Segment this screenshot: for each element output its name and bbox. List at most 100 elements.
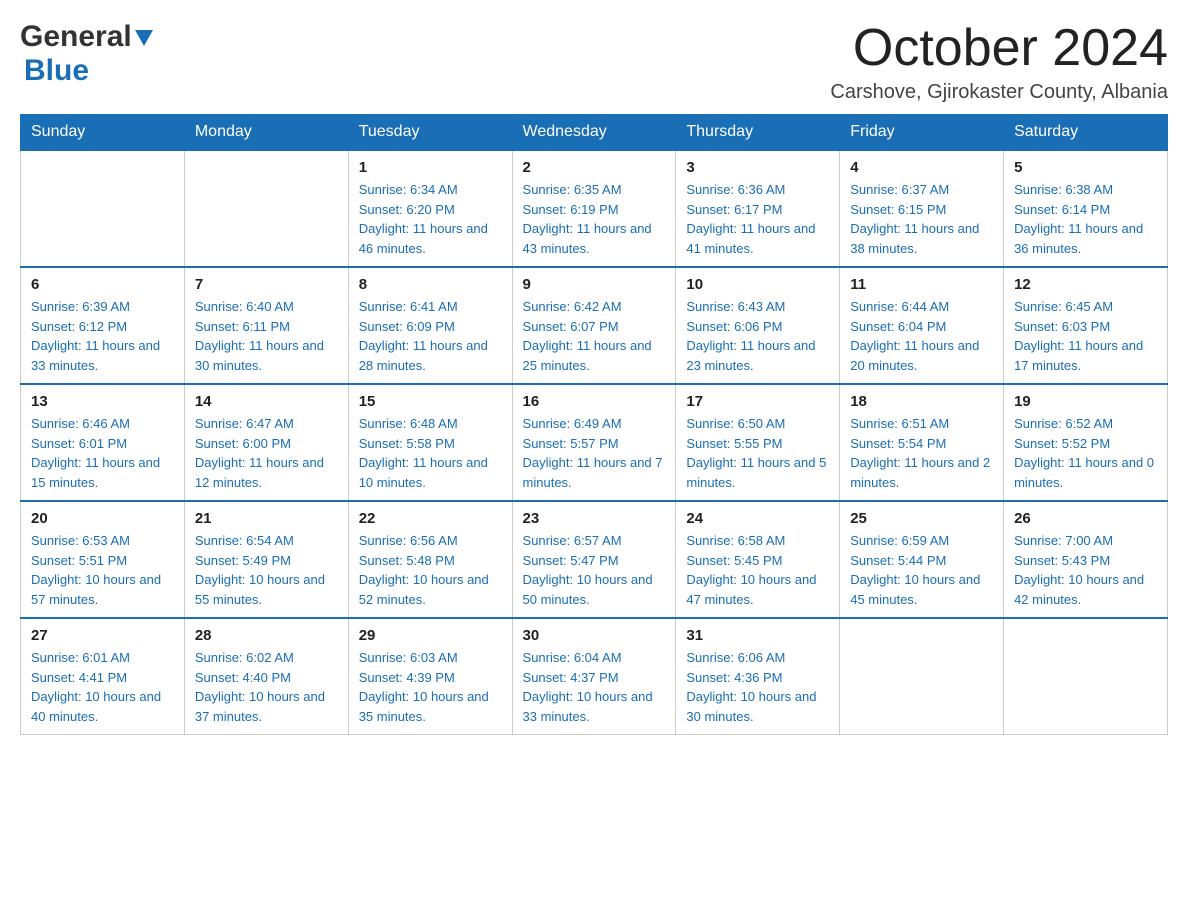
day-info: Sunrise: 6:39 AMSunset: 6:12 PMDaylight:…: [31, 297, 174, 375]
location: Carshove, Gjirokaster County, Albania: [830, 81, 1168, 104]
day-number: 28: [195, 627, 338, 644]
day-info: Sunrise: 6:45 AMSunset: 6:03 PMDaylight:…: [1014, 297, 1157, 375]
day-info: Sunrise: 6:46 AMSunset: 6:01 PMDaylight:…: [31, 414, 174, 492]
day-info: Sunrise: 6:37 AMSunset: 6:15 PMDaylight:…: [850, 180, 993, 258]
day-number: 10: [686, 276, 829, 293]
day-info: Sunrise: 6:53 AMSunset: 5:51 PMDaylight:…: [31, 531, 174, 609]
day-number: 1: [359, 159, 502, 176]
day-info: Sunrise: 6:06 AMSunset: 4:36 PMDaylight:…: [686, 648, 829, 726]
day-info: Sunrise: 6:35 AMSunset: 6:19 PMDaylight:…: [523, 180, 666, 258]
calendar-day-cell: 3 Sunrise: 6:36 AMSunset: 6:17 PMDaylight…: [676, 150, 840, 267]
calendar-day-cell: [184, 150, 348, 267]
calendar-day-cell: 27 Sunrise: 6:01 AMSunset: 4:41 PMDayligh…: [21, 618, 185, 735]
page-header: General Blue October 2024 Carshove, Gjir…: [20, 20, 1168, 104]
calendar-day-cell: 25 Sunrise: 6:59 AMSunset: 5:44 PMDayligh…: [840, 501, 1004, 618]
calendar-day-header: Sunday: [21, 115, 185, 151]
day-number: 16: [523, 393, 666, 410]
calendar-day-header: Wednesday: [512, 115, 676, 151]
calendar-table: SundayMondayTuesdayWednesdayThursdayFrid…: [20, 114, 1168, 735]
day-info: Sunrise: 6:57 AMSunset: 5:47 PMDaylight:…: [523, 531, 666, 609]
day-number: 9: [523, 276, 666, 293]
calendar-week-row: 20 Sunrise: 6:53 AMSunset: 5:51 PMDayligh…: [21, 501, 1168, 618]
day-info: Sunrise: 6:54 AMSunset: 5:49 PMDaylight:…: [195, 531, 338, 609]
logo-triangle-icon: [135, 30, 153, 46]
day-number: 17: [686, 393, 829, 410]
logo-general: General: [20, 20, 132, 54]
day-number: 29: [359, 627, 502, 644]
calendar-day-cell: 31 Sunrise: 6:06 AMSunset: 4:36 PMDayligh…: [676, 618, 840, 735]
day-number: 2: [523, 159, 666, 176]
day-info: Sunrise: 6:44 AMSunset: 6:04 PMDaylight:…: [850, 297, 993, 375]
day-info: Sunrise: 6:40 AMSunset: 6:11 PMDaylight:…: [195, 297, 338, 375]
calendar-day-header: Saturday: [1004, 115, 1168, 151]
day-number: 18: [850, 393, 993, 410]
day-number: 4: [850, 159, 993, 176]
day-number: 7: [195, 276, 338, 293]
day-number: 26: [1014, 510, 1157, 527]
day-info: Sunrise: 6:34 AMSunset: 6:20 PMDaylight:…: [359, 180, 502, 258]
calendar-day-cell: 17 Sunrise: 6:50 AMSunset: 5:55 PMDayligh…: [676, 384, 840, 501]
day-info: Sunrise: 6:58 AMSunset: 5:45 PMDaylight:…: [686, 531, 829, 609]
day-number: 14: [195, 393, 338, 410]
calendar-day-header: Monday: [184, 115, 348, 151]
day-info: Sunrise: 6:49 AMSunset: 5:57 PMDaylight:…: [523, 414, 666, 492]
calendar-day-cell: 19 Sunrise: 6:52 AMSunset: 5:52 PMDayligh…: [1004, 384, 1168, 501]
day-info: Sunrise: 7:00 AMSunset: 5:43 PMDaylight:…: [1014, 531, 1157, 609]
day-number: 25: [850, 510, 993, 527]
calendar-day-cell: 9Sunrise: 6:42 AMSunset: 6:07 PMDaylight…: [512, 267, 676, 384]
calendar-day-cell: 28 Sunrise: 6:02 AMSunset: 4:40 PMDayligh…: [184, 618, 348, 735]
day-info: Sunrise: 6:52 AMSunset: 5:52 PMDaylight:…: [1014, 414, 1157, 492]
calendar-day-header: Thursday: [676, 115, 840, 151]
day-info: Sunrise: 6:04 AMSunset: 4:37 PMDaylight:…: [523, 648, 666, 726]
day-info: Sunrise: 6:41 AMSunset: 6:09 PMDaylight:…: [359, 297, 502, 375]
day-number: 15: [359, 393, 502, 410]
calendar-day-cell: 1 Sunrise: 6:34 AMSunset: 6:20 PMDaylight…: [348, 150, 512, 267]
logo-blue: Blue: [24, 54, 89, 87]
calendar-day-cell: [1004, 618, 1168, 735]
day-number: 20: [31, 510, 174, 527]
day-number: 5: [1014, 159, 1157, 176]
day-info: Sunrise: 6:59 AMSunset: 5:44 PMDaylight:…: [850, 531, 993, 609]
calendar-day-cell: 11Sunrise: 6:44 AMSunset: 6:04 PMDayligh…: [840, 267, 1004, 384]
day-info: Sunrise: 6:36 AMSunset: 6:17 PMDaylight:…: [686, 180, 829, 258]
calendar-day-cell: 29 Sunrise: 6:03 AMSunset: 4:39 PMDayligh…: [348, 618, 512, 735]
calendar-day-cell: 6 Sunrise: 6:39 AMSunset: 6:12 PMDaylight…: [21, 267, 185, 384]
calendar-day-cell: [840, 618, 1004, 735]
calendar-day-cell: [21, 150, 185, 267]
calendar-day-cell: 12 Sunrise: 6:45 AMSunset: 6:03 PMDayligh…: [1004, 267, 1168, 384]
day-number: 30: [523, 627, 666, 644]
calendar-day-cell: 22Sunrise: 6:56 AMSunset: 5:48 PMDayligh…: [348, 501, 512, 618]
day-info: Sunrise: 6:02 AMSunset: 4:40 PMDaylight:…: [195, 648, 338, 726]
day-number: 13: [31, 393, 174, 410]
calendar-week-row: 1 Sunrise: 6:34 AMSunset: 6:20 PMDaylight…: [21, 150, 1168, 267]
day-info: Sunrise: 6:38 AMSunset: 6:14 PMDaylight:…: [1014, 180, 1157, 258]
calendar-day-cell: 24Sunrise: 6:58 AMSunset: 5:45 PMDayligh…: [676, 501, 840, 618]
calendar-day-header: Tuesday: [348, 115, 512, 151]
day-info: Sunrise: 6:51 AMSunset: 5:54 PMDaylight:…: [850, 414, 993, 492]
day-number: 31: [686, 627, 829, 644]
day-number: 23: [523, 510, 666, 527]
calendar-day-cell: 7 Sunrise: 6:40 AMSunset: 6:11 PMDaylight…: [184, 267, 348, 384]
day-number: 27: [31, 627, 174, 644]
day-info: Sunrise: 6:50 AMSunset: 5:55 PMDaylight:…: [686, 414, 829, 492]
day-info: Sunrise: 6:48 AMSunset: 5:58 PMDaylight:…: [359, 414, 502, 492]
logo: General Blue: [20, 20, 153, 88]
day-number: 12: [1014, 276, 1157, 293]
day-number: 3: [686, 159, 829, 176]
calendar-day-cell: 30 Sunrise: 6:04 AMSunset: 4:37 PMDayligh…: [512, 618, 676, 735]
calendar-day-cell: 23 Sunrise: 6:57 AMSunset: 5:47 PMDayligh…: [512, 501, 676, 618]
day-info: Sunrise: 6:01 AMSunset: 4:41 PMDaylight:…: [31, 648, 174, 726]
calendar-week-row: 6 Sunrise: 6:39 AMSunset: 6:12 PMDaylight…: [21, 267, 1168, 384]
calendar-day-cell: 4 Sunrise: 6:37 AMSunset: 6:15 PMDaylight…: [840, 150, 1004, 267]
calendar-day-header: Friday: [840, 115, 1004, 151]
calendar-week-row: 13 Sunrise: 6:46 AMSunset: 6:01 PMDayligh…: [21, 384, 1168, 501]
title-section: October 2024 Carshove, Gjirokaster Count…: [830, 20, 1168, 104]
day-number: 19: [1014, 393, 1157, 410]
day-number: 6: [31, 276, 174, 293]
calendar-day-cell: 8Sunrise: 6:41 AMSunset: 6:09 PMDaylight…: [348, 267, 512, 384]
calendar-header-row: SundayMondayTuesdayWednesdayThursdayFrid…: [21, 115, 1168, 151]
day-info: Sunrise: 6:43 AMSunset: 6:06 PMDaylight:…: [686, 297, 829, 375]
calendar-day-cell: 5 Sunrise: 6:38 AMSunset: 6:14 PMDaylight…: [1004, 150, 1168, 267]
day-info: Sunrise: 6:03 AMSunset: 4:39 PMDaylight:…: [359, 648, 502, 726]
calendar-day-cell: 13 Sunrise: 6:46 AMSunset: 6:01 PMDayligh…: [21, 384, 185, 501]
